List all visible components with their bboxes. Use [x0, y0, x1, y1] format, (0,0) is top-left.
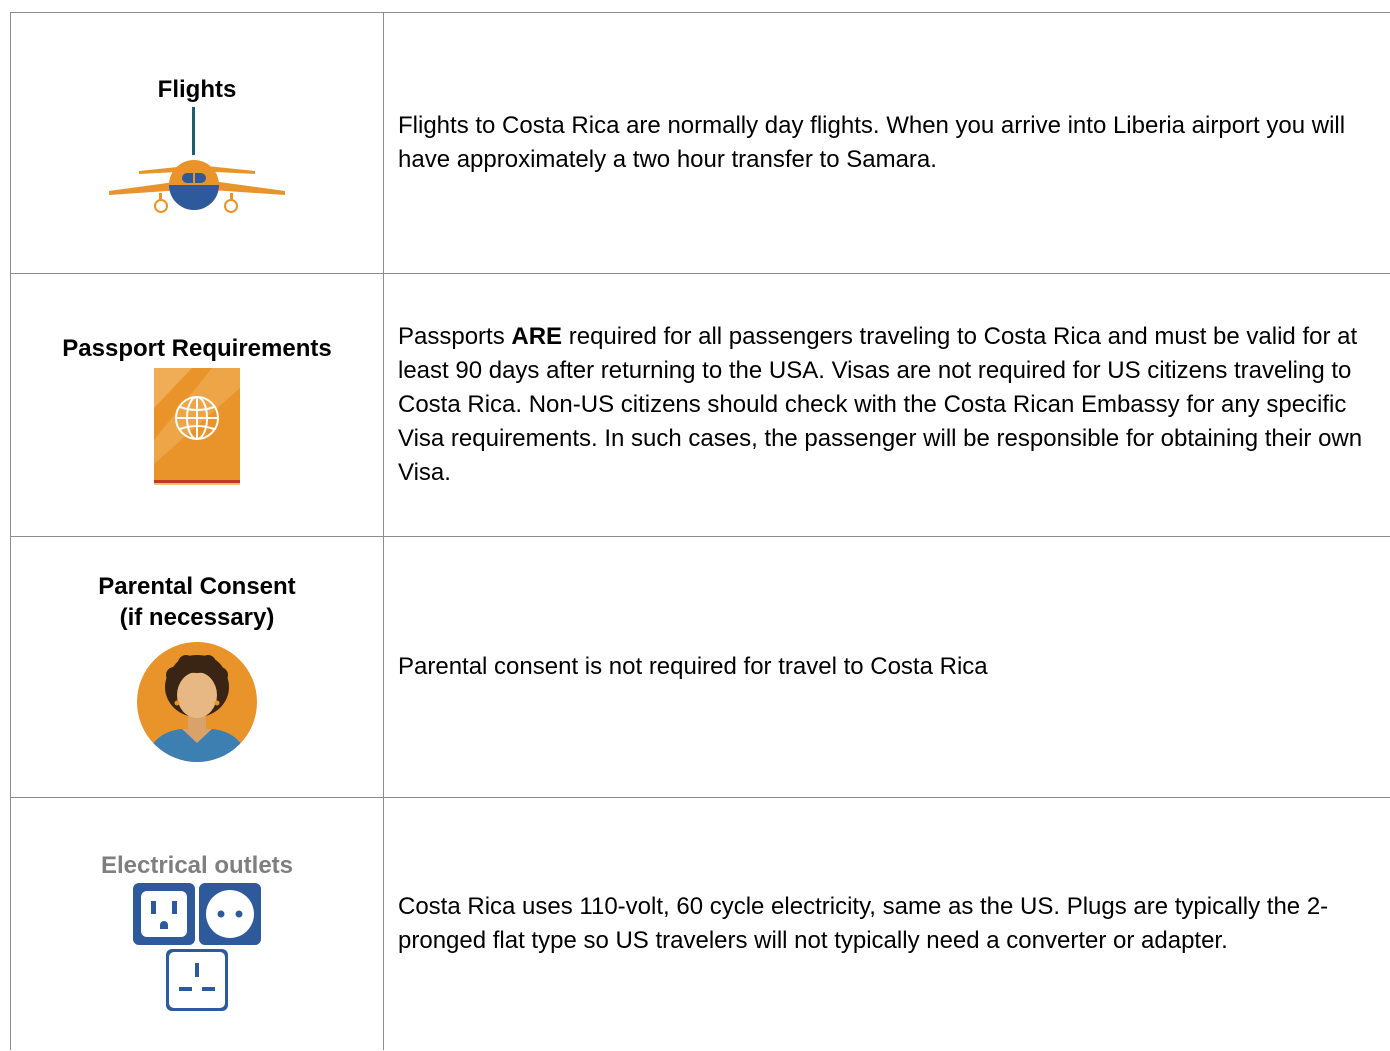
- flights-label-cell: Flights: [10, 12, 384, 274]
- passport-text: Passports ARE required for all passenger…: [398, 320, 1389, 490]
- travel-info-table: Flights Flights to Costa Rica are normal…: [10, 12, 1390, 1050]
- electrical-label-cell: Electrical outlets: [10, 797, 384, 1050]
- table-row-flights: Flights Flights to Costa Rica are normal…: [10, 12, 1390, 274]
- parental-text: Parental consent is not required for tra…: [398, 653, 988, 680]
- electrical-heading: Electrical outlets: [100, 852, 294, 879]
- passport-text-before: Passports: [398, 323, 512, 350]
- parental-heading: Parental Consent (if necessary): [98, 571, 295, 633]
- electrical-text: Costa Rica uses 110-volt, 60 cycle elect…: [398, 892, 1329, 954]
- passport-icon: [154, 367, 240, 485]
- electrical-text-cell: Costa Rica uses 110-volt, 60 cycle elect…: [383, 797, 1390, 1050]
- table-row-parental-consent: Parental Consent (if necessary) Parental…: [10, 536, 1390, 798]
- table-row-electrical: Electrical outlets Costa Rica uses 110-v…: [10, 797, 1390, 1050]
- parent-avatar-icon: [137, 642, 257, 762]
- passport-text-cell: Passports ARE required for all passenger…: [383, 273, 1390, 537]
- passport-heading: Passport Requirements: [62, 334, 332, 362]
- flights-text-cell: Flights to Costa Rica are normally day f…: [383, 12, 1390, 274]
- electrical-outlets-icon: [133, 883, 261, 1011]
- parental-heading-line2: (if necessary): [119, 604, 275, 631]
- parental-label-cell: Parental Consent (if necessary): [10, 536, 384, 798]
- flights-heading: Flights: [157, 75, 237, 103]
- parental-text-cell: Parental consent is not required for tra…: [383, 536, 1390, 798]
- flights-text: Flights to Costa Rica are normally day f…: [398, 112, 1346, 173]
- passport-label-cell: Passport Requirements: [10, 273, 384, 537]
- parental-heading-line1: Parental Consent: [98, 573, 296, 600]
- passport-text-bold: ARE: [511, 323, 563, 350]
- airplane-icon: [109, 106, 285, 213]
- table-row-passport: Passport Requirements Passports ARE requ…: [10, 273, 1390, 537]
